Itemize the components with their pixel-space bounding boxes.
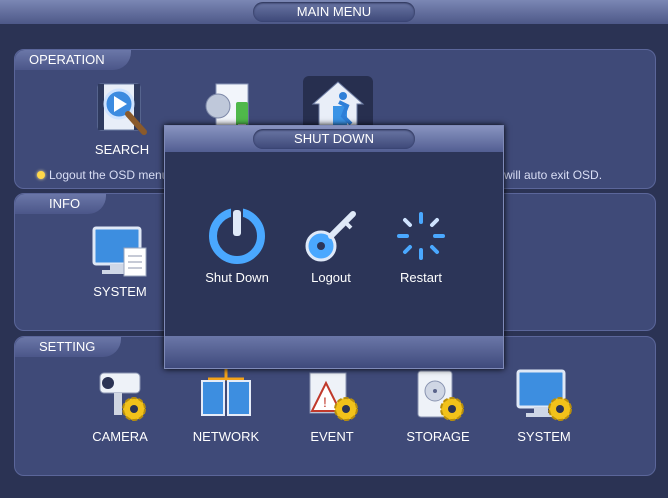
event-button[interactable]: ! EVENT (287, 367, 377, 444)
dialog-footer (165, 336, 503, 368)
event-label: EVENT (310, 429, 354, 444)
shutdown-house-icon (303, 76, 373, 132)
logout-label: Logout (311, 270, 351, 285)
dialog-title: SHUT DOWN (253, 129, 415, 149)
lightbulb-icon (37, 171, 45, 179)
power-icon (209, 208, 265, 264)
camera-gear-icon (92, 367, 148, 425)
info-section-label: INFO (15, 194, 107, 214)
restart-spinner-icon (393, 208, 449, 264)
info-system-label: SYSTEM (93, 284, 147, 299)
hint-text-left: Logout the OSD menu (37, 168, 168, 182)
event-gear-icon: ! (304, 367, 360, 425)
setting-section-label: SETTING (15, 337, 122, 357)
storage-label: STORAGE (406, 429, 470, 444)
storage-gear-icon (410, 367, 466, 425)
storage-button[interactable]: STORAGE (393, 367, 483, 444)
shutdown-dialog: SHUT DOWN Shut Down Logout Restart (164, 125, 504, 369)
shut-down-button[interactable]: Shut Down (197, 208, 277, 285)
setting-system-button[interactable]: SYSTEM (499, 367, 589, 444)
shut-down-label: Shut Down (205, 270, 269, 285)
hint-text-right: will auto exit OSD. (504, 168, 603, 182)
window-title: MAIN MENU (253, 2, 415, 22)
svg-text:!: ! (323, 394, 327, 410)
monitor-document-icon (92, 222, 148, 280)
title-bar: MAIN MENU (0, 0, 668, 24)
network-icon (198, 367, 254, 425)
camera-button[interactable]: CAMERA (75, 367, 165, 444)
dialog-header: SHUT DOWN (165, 126, 503, 152)
network-label: NETWORK (192, 429, 260, 444)
restart-button[interactable]: Restart (381, 208, 461, 285)
operation-section-label: OPERATION (15, 50, 131, 70)
search-label: SEARCH (94, 142, 150, 157)
network-button[interactable]: NETWORK (181, 367, 271, 444)
info-system-button[interactable]: SYSTEM (75, 222, 165, 299)
search-video-icon (94, 80, 150, 138)
setting-system-label: SYSTEM (517, 429, 571, 444)
search-button[interactable]: SEARCH (77, 80, 167, 157)
logout-button[interactable]: Logout (291, 208, 371, 285)
restart-label: Restart (400, 270, 442, 285)
monitor-gear-icon (516, 367, 572, 425)
key-icon (303, 208, 359, 264)
camera-label: CAMERA (92, 429, 148, 444)
